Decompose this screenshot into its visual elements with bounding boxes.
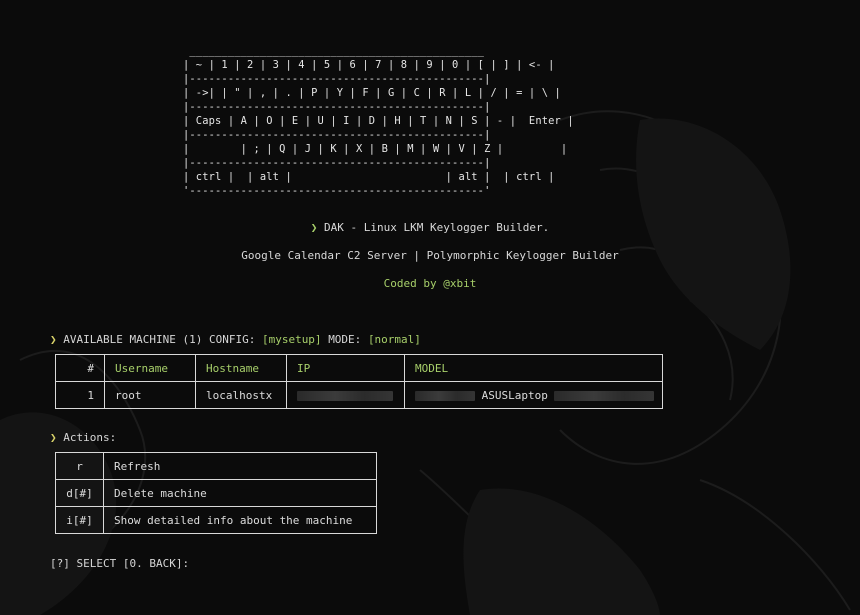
redacted-text: [415, 390, 475, 401]
config-label: CONFIG:: [208, 333, 256, 346]
row-username: root: [104, 381, 196, 409]
column-header-ip: IP: [286, 354, 405, 382]
action-label: Delete machine: [103, 479, 377, 507]
action-row-refresh[interactable]: r Refresh: [55, 452, 377, 480]
action-key: i[#]: [55, 506, 104, 534]
row-hostname: localhostx: [195, 381, 287, 409]
chevron-right-icon: ❯: [310, 221, 318, 234]
action-row-delete[interactable]: d[#] Delete machine: [55, 479, 377, 507]
machines-prompt: ❯ AVAILABLE MACHINE (1) CONFIG: [mysetup…: [50, 333, 421, 346]
machines-table: # Username Hostname IP MODEL 1 root loca…: [55, 354, 663, 409]
machine-count: (1): [182, 333, 203, 346]
terminal: ________________________________________…: [0, 0, 860, 615]
keyboard-ascii-art: ________________________________________…: [183, 45, 574, 197]
action-label: Show detailed info about the machine: [103, 506, 377, 534]
config-value: [mysetup]: [261, 333, 322, 346]
action-key: d[#]: [55, 479, 104, 507]
row-model: ASUSLaptop: [404, 381, 663, 409]
app-title-line: ❯ DAK - Linux LKM Keylogger Builder.: [0, 221, 860, 234]
column-header-username: Username: [104, 354, 196, 382]
redacted-ip: [297, 390, 393, 401]
action-row-info[interactable]: i[#] Show detailed info about the machin…: [55, 506, 377, 534]
app-subtitle: Google Calendar C2 Server | Polymorphic …: [241, 249, 619, 262]
row-ip: [286, 381, 405, 409]
row-number: 1: [55, 381, 105, 409]
action-key: r: [55, 452, 104, 480]
table-header-row: # Username Hostname IP MODEL: [55, 354, 663, 382]
actions-label: Actions:: [63, 431, 117, 444]
chevron-right-icon: ❯: [50, 431, 57, 444]
table-row[interactable]: 1 root localhostx ASUSLaptop: [55, 381, 663, 409]
model-value: ASUSLaptop: [481, 388, 548, 402]
chevron-right-icon: ❯: [50, 333, 57, 346]
redacted-text: [554, 390, 655, 401]
actions-table: r Refresh d[#] Delete machine i[#] Show …: [55, 452, 377, 534]
action-label: Refresh: [103, 452, 377, 480]
select-prompt[interactable]: [?] SELECT [0. BACK]:: [50, 557, 189, 570]
column-header-model: MODEL: [404, 354, 663, 382]
mode-label: MODE:: [328, 333, 362, 346]
mode-value: [normal]: [367, 333, 421, 346]
column-header-hostname: Hostname: [195, 354, 287, 382]
column-header-number: #: [55, 354, 105, 382]
app-title: DAK - Linux LKM Keylogger Builder.: [324, 221, 550, 234]
actions-prompt: ❯ Actions:: [50, 431, 116, 444]
author-credit: Coded by @xbit: [383, 277, 477, 290]
machines-label: AVAILABLE MACHINE: [63, 333, 176, 346]
